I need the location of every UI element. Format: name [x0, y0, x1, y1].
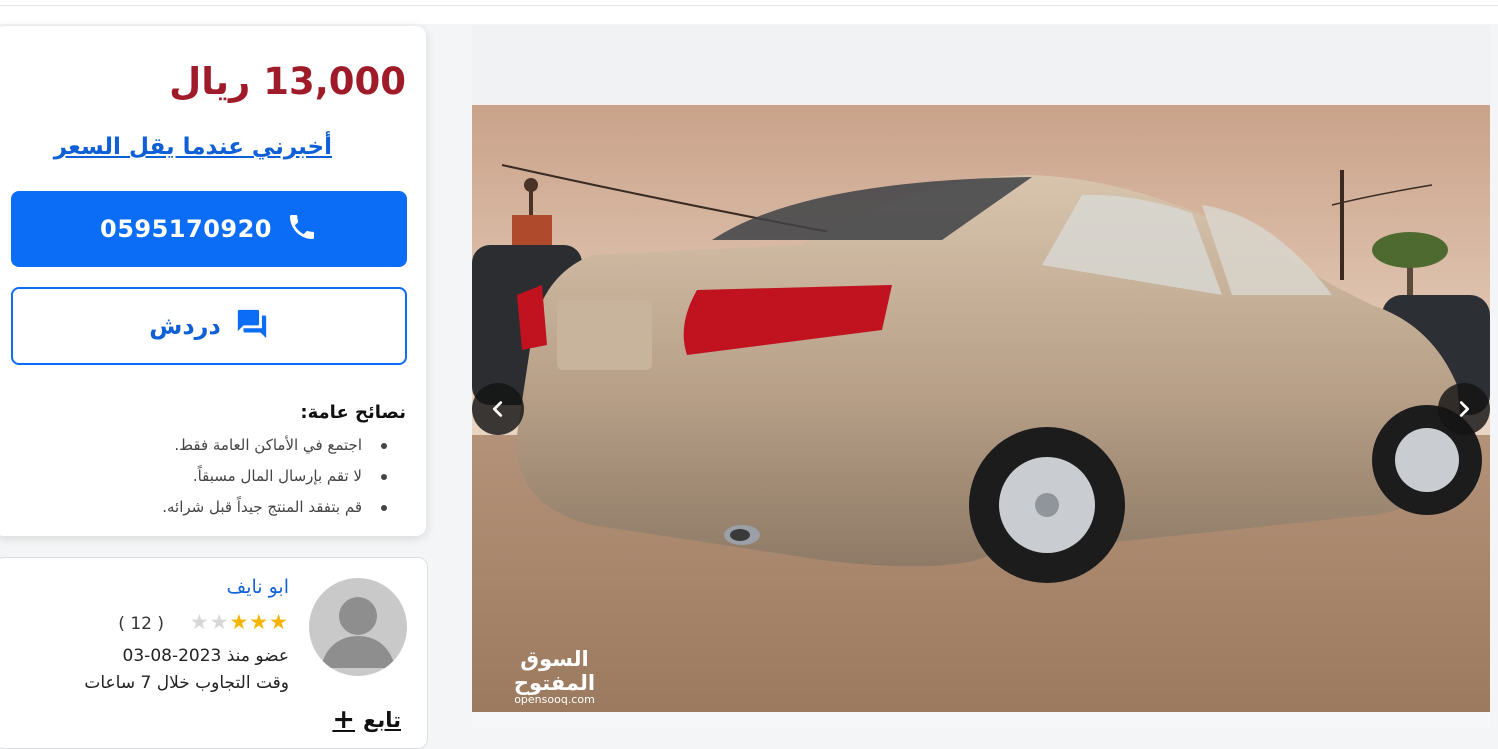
watermark-arabic: السوق المفتوح [513, 647, 596, 695]
phone-number: 0595170920 [100, 215, 272, 243]
star-icon: ★ [229, 610, 250, 634]
chat-icon [235, 307, 269, 345]
chat-label: دردش [149, 312, 221, 340]
follow-label: تابع [362, 707, 401, 732]
chat-button[interactable]: دردش [11, 287, 407, 365]
price-drop-alert-link[interactable]: أخبرني عندما يقل السعر [54, 134, 332, 160]
review-count[interactable]: ( 12 ) [118, 614, 164, 634]
star-icon: ★ [209, 610, 230, 634]
tips-list: اجتمع في الأماكن العامة فقط. لا تقم بإرس… [162, 430, 406, 523]
watermark: السوق المفتوح opensooq.com [492, 647, 617, 706]
star-icon: ★ [269, 610, 289, 634]
image-gallery: السوق المفتوح opensooq.com [472, 25, 1490, 712]
avatar-icon [321, 597, 395, 668]
next-image-button[interactable] [1438, 383, 1490, 435]
chevron-left-icon [492, 401, 503, 417]
call-button[interactable]: 0595170920 [11, 191, 407, 267]
tip-item: اجتمع في الأماكن العامة فقط. [162, 430, 406, 461]
watermark-english: opensooq.com [514, 693, 595, 706]
star-icon: ★ [189, 610, 210, 634]
phone-icon [286, 211, 318, 247]
response-time: وقت التجاوب خلال 7 ساعات [84, 673, 289, 693]
seller-rating-stars: ★★★★★ [190, 610, 289, 634]
gallery-footer [472, 712, 1490, 729]
seller-card: ابو نايف ★★★★★ ( 12 ) عضو منذ 2023-08-03… [0, 557, 428, 749]
top-strip [0, 6, 1498, 24]
star-icon: ★ [249, 610, 270, 634]
avatar[interactable] [309, 578, 407, 676]
tip-item: قم بتفقد المنتج جيداً قبل شرائه. [162, 492, 406, 523]
member-since: عضو منذ 2023-08-03 [122, 646, 289, 666]
seller-name[interactable]: ابو نايف [227, 576, 289, 598]
price: 13,000 ريال [169, 60, 406, 103]
tips-title: نصائح عامة: [300, 402, 406, 423]
chevron-right-icon [1459, 401, 1470, 417]
price-card: 13,000 ريال أخبرني عندما يقل السعر 05951… [0, 26, 426, 536]
previous-image-button[interactable] [472, 383, 524, 435]
car-photo[interactable] [472, 105, 1490, 712]
tip-item: لا تقم بإرسال المال مسبقاً. [162, 461, 406, 492]
